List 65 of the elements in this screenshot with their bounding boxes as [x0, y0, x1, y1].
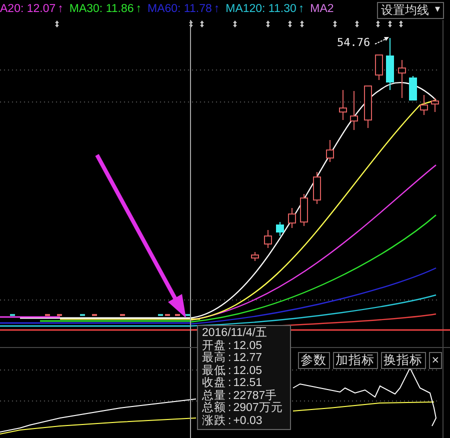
up-arrow: ↑	[214, 4, 220, 16]
colon-separator: :	[228, 352, 232, 364]
colon-separator: :	[228, 414, 232, 427]
tooltip-date: 2016/11/4/五	[202, 327, 269, 340]
tooltip-value: 12.05	[233, 364, 262, 377]
double-arrow-icon	[266, 20, 270, 28]
indicator-button[interactable]: 参数	[298, 352, 330, 369]
ma-settings-button[interactable]: 设置均线 ▾	[377, 2, 444, 18]
close-button[interactable]: ×	[428, 352, 442, 369]
indicator-button[interactable]: 换指标	[380, 352, 426, 369]
ma-value: MA30: 11.86	[69, 4, 134, 16]
ma-value: A20: 12.07	[0, 4, 56, 16]
tooltip-value: 22787手	[233, 390, 278, 402]
tooltip-value: 12.77	[233, 352, 262, 364]
tooltip-label: 涨跌	[202, 414, 226, 427]
colon-separator: :	[228, 390, 232, 402]
candlestick	[326, 140, 334, 162]
tooltip-value: 12.51	[233, 377, 262, 390]
candlestick	[264, 230, 272, 248]
tooltip-value: 12.05	[233, 340, 262, 352]
tooltip-label: 收盘	[202, 377, 226, 390]
indicator-button[interactable]: 加指标	[332, 352, 378, 369]
candlestick	[313, 172, 321, 204]
double-arrow-icon	[355, 20, 359, 28]
double-arrow-icon	[55, 20, 59, 28]
double-arrow-icon	[376, 20, 380, 28]
tooltip-label: 总额	[202, 402, 226, 414]
candlestick	[420, 94, 428, 116]
up-arrow: ↑	[136, 4, 142, 16]
candlestick	[300, 194, 308, 226]
colon-separator: :	[228, 377, 232, 390]
up-arrow: ↑	[298, 4, 304, 16]
candlestick	[375, 54, 383, 80]
up-arrow: ↑	[58, 4, 64, 16]
double-arrow-icon	[189, 20, 193, 28]
ma-value: MA60: 11.78	[148, 4, 212, 16]
double-arrow-icon	[200, 20, 204, 28]
tooltip-label: 开盘	[202, 340, 226, 352]
candlestick	[350, 90, 358, 130]
double-arrow-icon	[300, 20, 304, 28]
ma-value: MA2	[310, 4, 334, 16]
double-arrow-icon	[388, 20, 392, 28]
candlestick	[339, 90, 347, 120]
double-arrow-icon	[399, 20, 403, 28]
colon-separator: :	[228, 364, 232, 377]
leader-line	[374, 37, 389, 44]
candlestick	[288, 208, 296, 228]
double-arrow-icon	[333, 20, 337, 28]
peak-price-label: 54.76	[337, 36, 370, 49]
ma-value: MA120: 11.30	[226, 4, 296, 16]
double-arrow-icon	[288, 20, 292, 28]
candlestick	[431, 98, 439, 112]
colon-separator: :	[228, 402, 232, 414]
tooltip-label: 最高	[202, 352, 226, 364]
colon-separator: :	[228, 340, 232, 352]
candlestick	[409, 76, 417, 100]
tooltip-value: +0.03	[233, 414, 262, 427]
candlestick	[386, 38, 394, 90]
candlestick	[364, 86, 372, 128]
candlestick	[276, 222, 284, 236]
double-arrow-icon	[233, 20, 237, 28]
tooltip-value: 2907万元	[233, 402, 283, 414]
tooltip-label: 最低	[202, 364, 226, 376]
tooltip-label: 总量	[202, 390, 226, 402]
candlestick	[398, 60, 406, 98]
